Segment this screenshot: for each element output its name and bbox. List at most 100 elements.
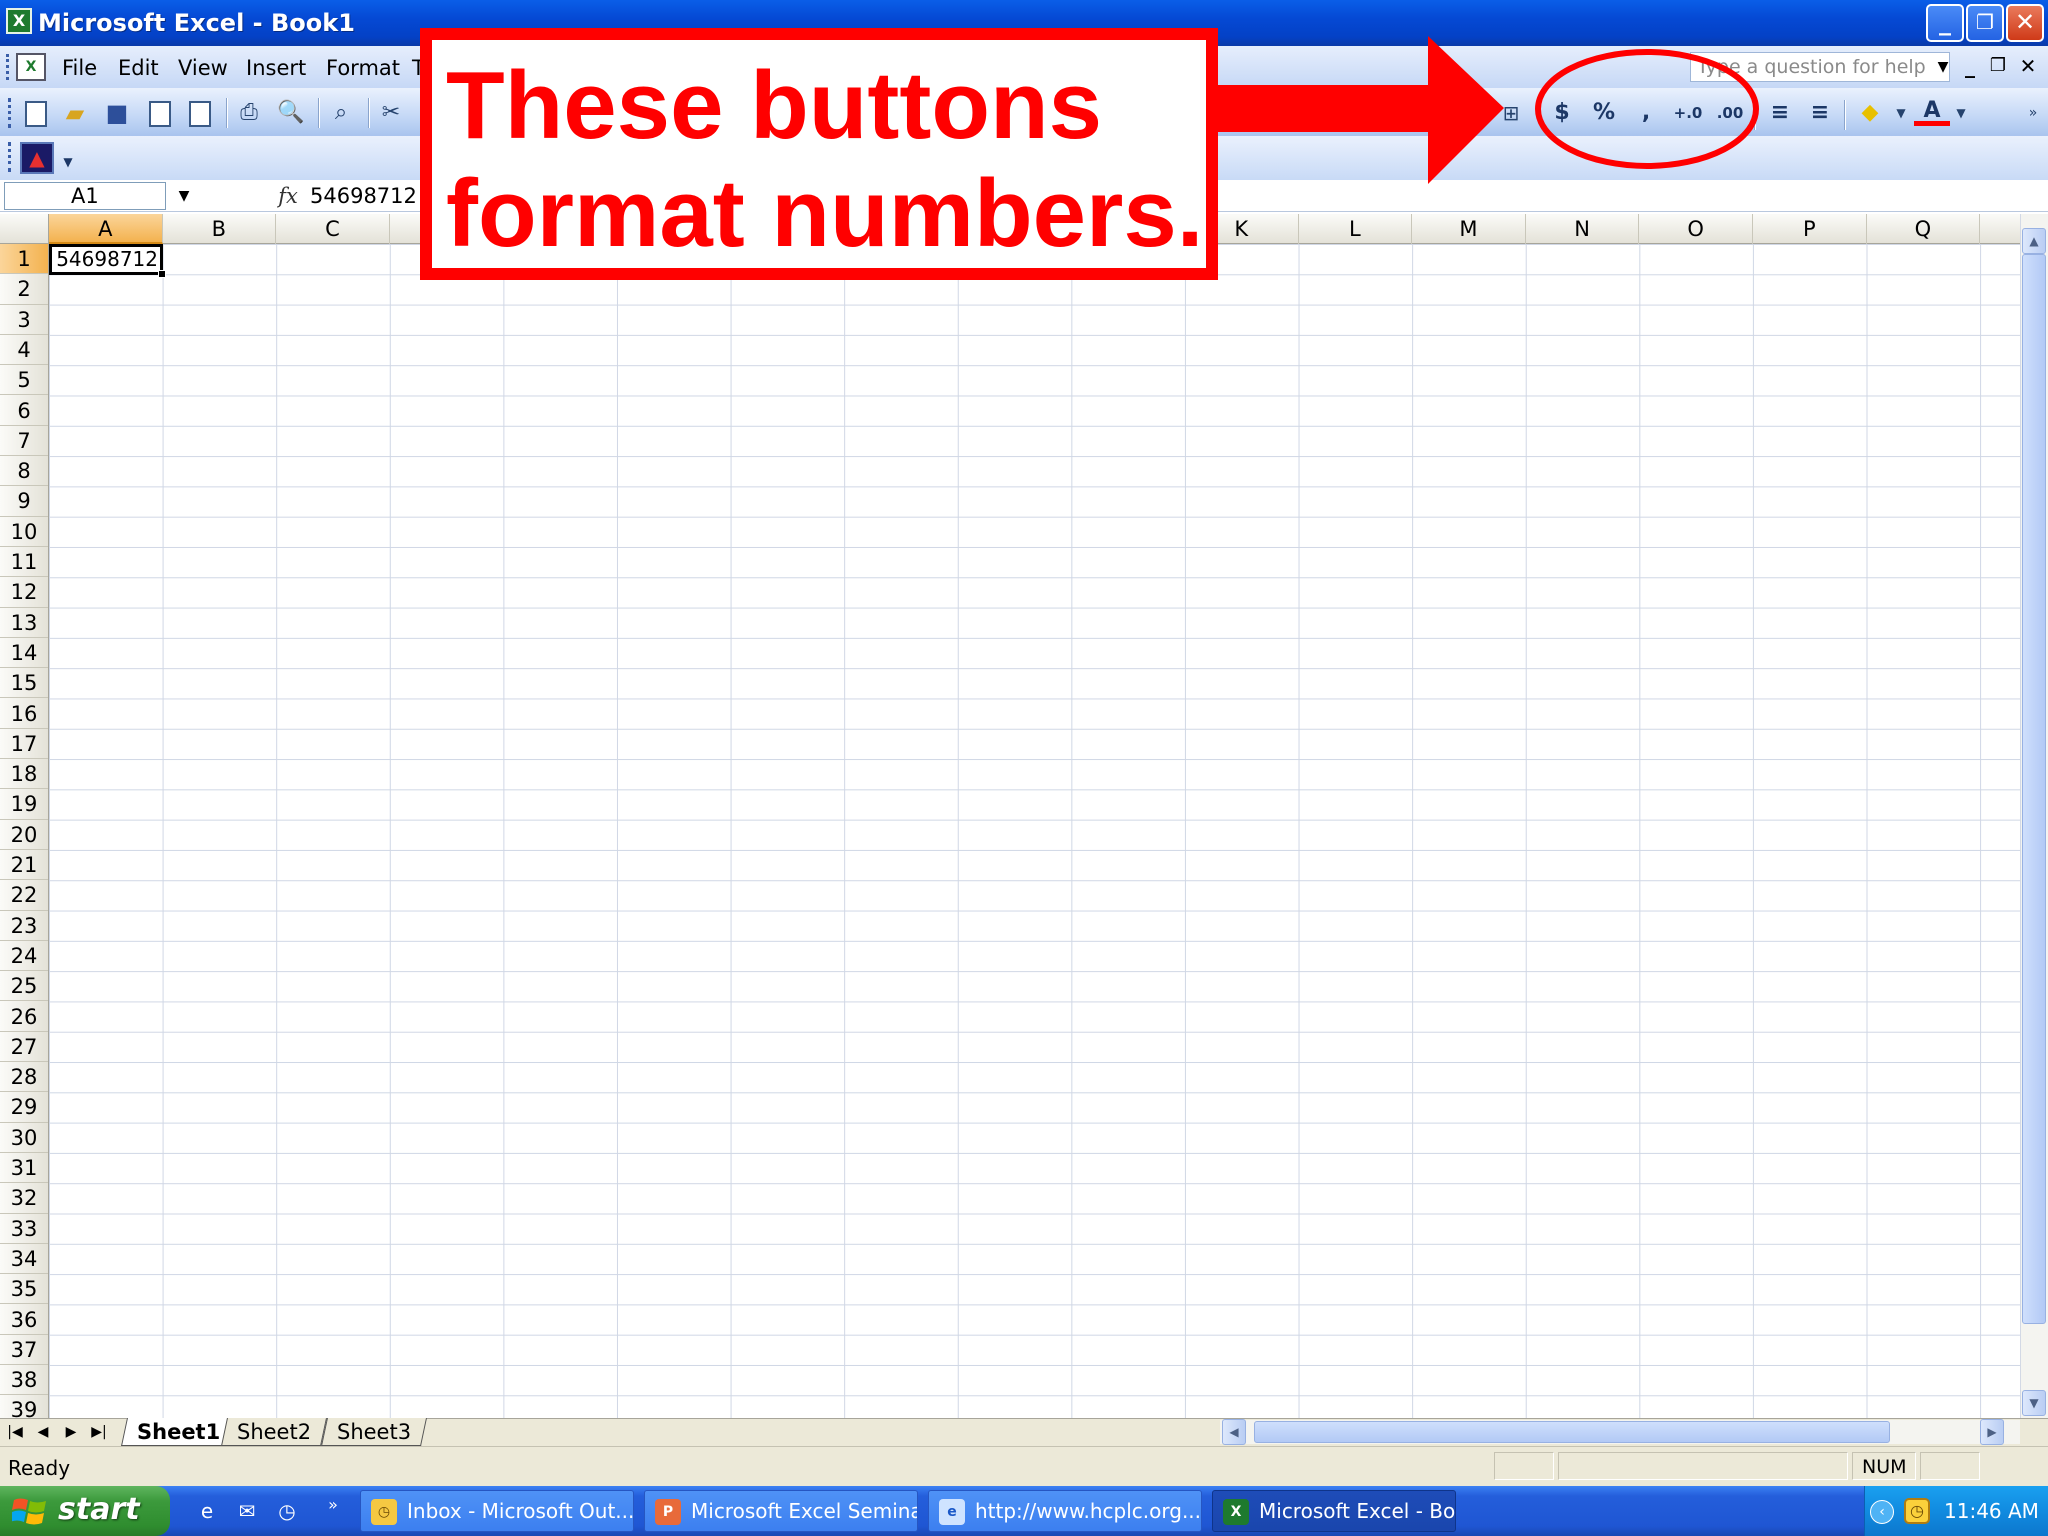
menu-edit[interactable]: Edit (118, 56, 159, 80)
permission-icon[interactable] (144, 98, 174, 128)
column-header-a[interactable]: A (49, 214, 163, 244)
taskbar-item-powerpoint[interactable]: P Microsoft Excel Seminar (644, 1490, 918, 1532)
column-header-l[interactable]: L (1299, 214, 1413, 244)
workbook-restore-button[interactable]: ❐ (1984, 52, 2012, 80)
cell-a1[interactable]: 54698712 (49, 244, 163, 275)
row-header-17[interactable]: 17 (0, 729, 48, 760)
toolbar-options-icon[interactable]: ▼ (60, 150, 76, 174)
spreadsheet-grid[interactable] (0, 214, 2020, 1418)
row-header-14[interactable]: 14 (0, 638, 48, 669)
column-header-o[interactable]: O (1639, 214, 1753, 244)
column-header-m[interactable]: M (1412, 214, 1526, 244)
quick-launch-more-icon[interactable]: » (318, 1490, 348, 1520)
row-header-15[interactable]: 15 (0, 668, 48, 699)
name-box[interactable]: A1 (4, 182, 166, 210)
row-header-35[interactable]: 35 (0, 1274, 48, 1305)
row-header-23[interactable]: 23 (0, 911, 48, 941)
research-icon[interactable]: ⌕ (326, 98, 356, 128)
row-header-26[interactable]: 26 (0, 1002, 48, 1032)
toolbar-grip-icon[interactable] (8, 98, 12, 128)
workbook-icon[interactable]: X (16, 53, 46, 81)
decrease-indent-button[interactable]: ≡ (1762, 96, 1798, 130)
clock-icon[interactable]: ◷ (272, 1496, 302, 1526)
row-header-6[interactable]: 6 (0, 396, 48, 426)
row-header-32[interactable]: 32 (0, 1183, 48, 1214)
row-header-21[interactable]: 21 (0, 850, 48, 881)
toolbar-options-icon[interactable]: » (2018, 98, 2048, 128)
row-header-3[interactable]: 3 (0, 305, 48, 335)
open-folder-icon[interactable]: ▰ (60, 98, 90, 128)
row-header-12[interactable]: 12 (0, 577, 48, 608)
select-all-button[interactable] (0, 214, 49, 244)
drawing-tool-icon[interactable]: ▲ (20, 142, 54, 174)
menu-file[interactable]: File (62, 56, 97, 80)
row-header-20[interactable]: 20 (0, 820, 48, 850)
insert-function-icon[interactable]: fx (272, 182, 304, 210)
scroll-left-icon[interactable]: ◀ (1222, 1419, 1246, 1445)
email-icon[interactable] (184, 98, 214, 128)
row-header-10[interactable]: 10 (0, 517, 48, 547)
previous-sheet-icon[interactable]: ◀ (32, 1420, 54, 1444)
scroll-down-icon[interactable]: ▼ (2022, 1390, 2046, 1416)
next-sheet-icon[interactable]: ▶ (60, 1420, 82, 1444)
print-preview-icon[interactable]: 🔍 (276, 98, 306, 128)
row-header-7[interactable]: 7 (0, 426, 48, 457)
row-header-4[interactable]: 4 (0, 335, 48, 366)
chevron-down-icon[interactable]: ▼ (1886, 98, 1916, 128)
vertical-scroll-thumb[interactable] (2022, 254, 2046, 1324)
row-header-11[interactable]: 11 (0, 547, 48, 578)
sheet-tab-sheet2[interactable]: Sheet2 (221, 1418, 328, 1446)
font-color-button[interactable]: A (1914, 96, 1950, 126)
row-header-5[interactable]: 5 (0, 365, 48, 396)
row-header-2[interactable]: 2 (0, 274, 48, 305)
row-header-16[interactable]: 16 (0, 699, 48, 729)
row-header-19[interactable]: 19 (0, 789, 48, 820)
column-header-p[interactable]: P (1753, 214, 1867, 244)
chevron-down-icon[interactable]: ▼ (1946, 98, 1976, 128)
row-header-39[interactable]: 39 (0, 1395, 48, 1418)
start-button[interactable]: start (0, 1486, 170, 1536)
row-header-30[interactable]: 30 (0, 1123, 48, 1153)
show-hidden-icons-icon[interactable]: ‹ (1870, 1500, 1894, 1524)
menu-view[interactable]: View (178, 56, 228, 80)
chevron-down-icon[interactable]: ▼ (1932, 52, 1954, 82)
print-icon[interactable]: ⎙ (234, 98, 264, 128)
cut-icon[interactable]: ✂ (376, 98, 406, 128)
column-header-c[interactable]: C (276, 214, 390, 244)
last-sheet-icon[interactable]: ▶| (88, 1420, 110, 1444)
taskbar-item-outlook[interactable]: ◷ Inbox - Microsoft Out... (360, 1490, 634, 1532)
close-button[interactable]: ✕ (2006, 4, 2044, 42)
taskbar-item-excel[interactable]: X Microsoft Excel - Book1 (1212, 1490, 1456, 1532)
row-header-29[interactable]: 29 (0, 1092, 48, 1123)
row-header-8[interactable]: 8 (0, 456, 48, 487)
chevron-down-icon[interactable]: ▼ (170, 182, 198, 210)
outlook-express-icon[interactable]: ✉ (232, 1496, 262, 1526)
save-icon[interactable]: ■ (102, 98, 132, 128)
sheet-tab-sheet1[interactable]: Sheet1 (121, 1418, 237, 1446)
column-header-b[interactable]: B (163, 214, 277, 244)
row-header-38[interactable]: 38 (0, 1365, 48, 1396)
tray-clock[interactable]: 11:46 AM (1944, 1496, 2039, 1526)
row-header-34[interactable]: 34 (0, 1244, 48, 1275)
row-header-9[interactable]: 9 (0, 486, 48, 517)
scroll-right-icon[interactable]: ▶ (1980, 1419, 2004, 1445)
workbook-minimize-button[interactable]: _ (1956, 52, 1984, 80)
row-header-36[interactable]: 36 (0, 1305, 48, 1335)
row-header-37[interactable]: 37 (0, 1335, 48, 1366)
column-header-q[interactable]: Q (1867, 214, 1981, 244)
workbook-close-button[interactable]: ✕ (2014, 52, 2042, 80)
ie-icon[interactable]: e (192, 1496, 222, 1526)
minimize-button[interactable]: _ (1926, 4, 1964, 42)
row-header-31[interactable]: 31 (0, 1153, 48, 1184)
fill-color-button[interactable]: ◆ (1852, 96, 1888, 130)
column-header-n[interactable]: N (1526, 214, 1640, 244)
scroll-up-icon[interactable]: ▲ (2022, 228, 2046, 254)
row-header-28[interactable]: 28 (0, 1062, 48, 1093)
sheet-tab-sheet3[interactable]: Sheet3 (321, 1418, 428, 1446)
menu-format[interactable]: Format (326, 56, 400, 80)
row-header-25[interactable]: 25 (0, 971, 48, 1002)
row-header-33[interactable]: 33 (0, 1214, 48, 1244)
row-header-22[interactable]: 22 (0, 880, 48, 911)
fill-handle[interactable] (158, 270, 166, 278)
clock-icon[interactable]: ◷ (1904, 1498, 1930, 1524)
